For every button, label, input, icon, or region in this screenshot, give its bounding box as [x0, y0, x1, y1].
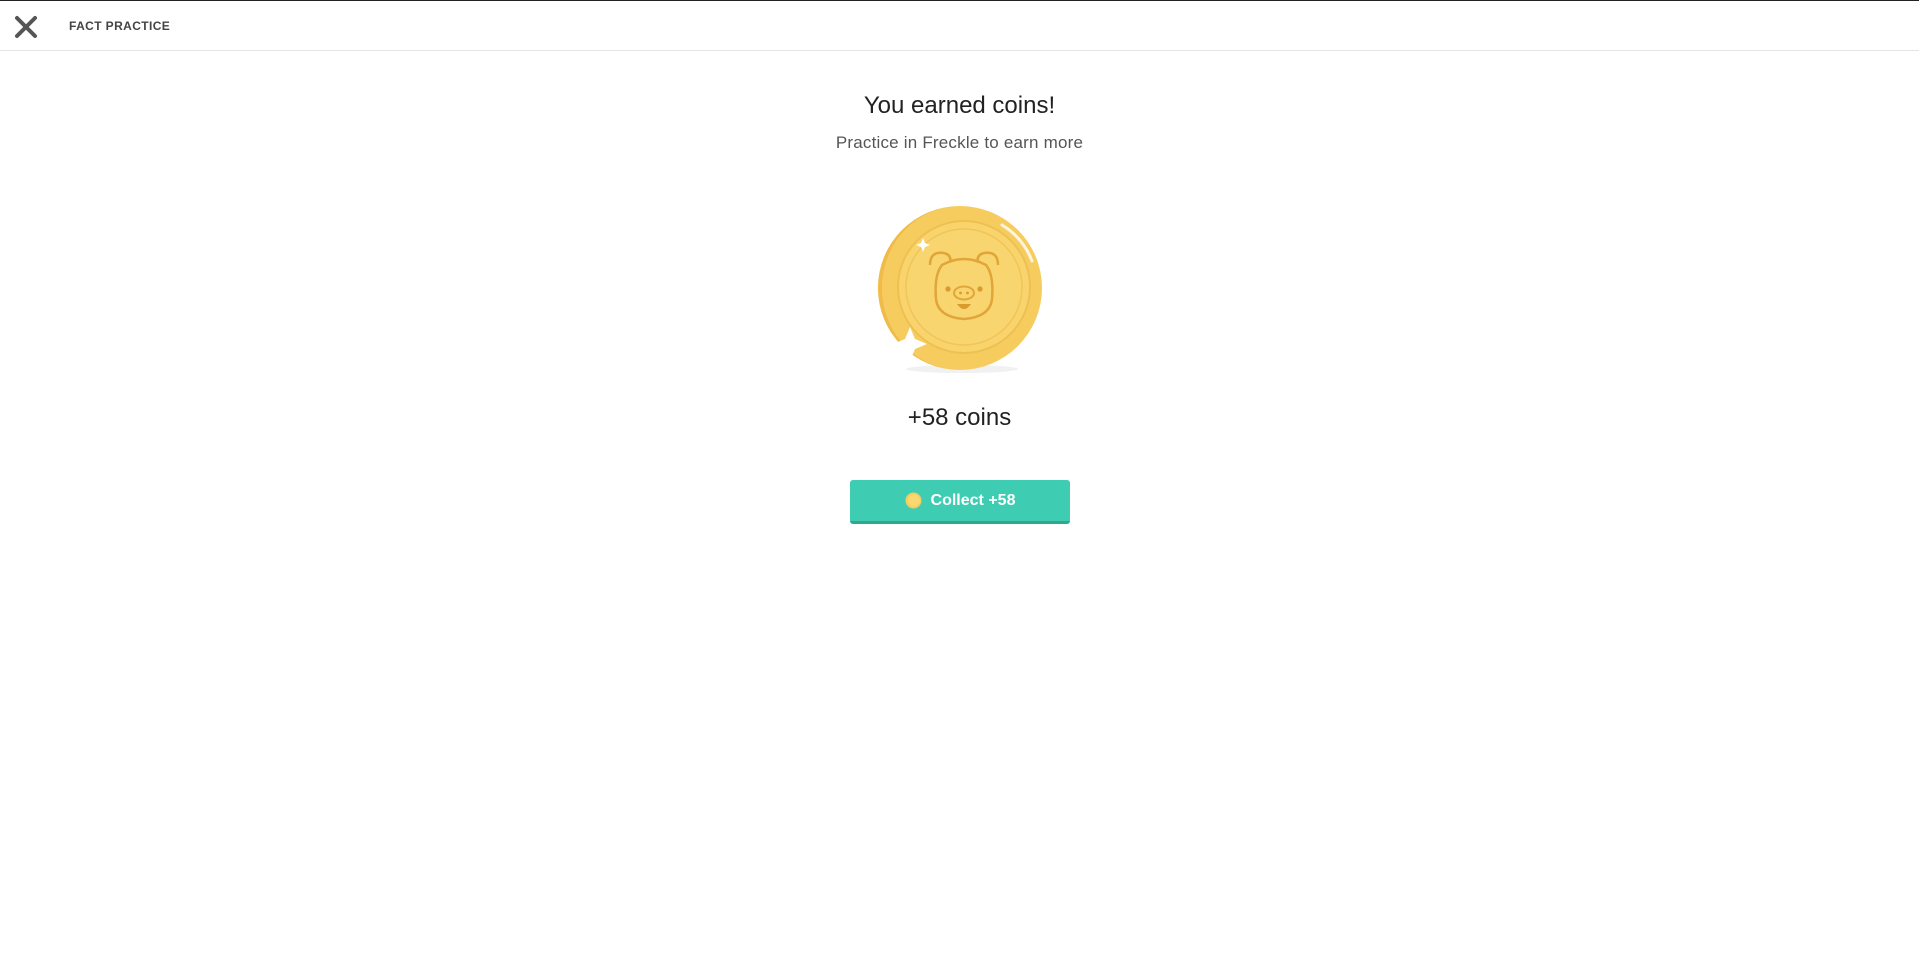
page-title: FACT PRACTICE: [69, 19, 171, 33]
collect-button-label: Collect +58: [930, 491, 1016, 509]
pig-coin-icon: [878, 206, 1042, 373]
reward-subheading: Practice in Freckle to earn more: [835, 133, 1084, 152]
coins-earned: +58 coins: [907, 404, 1012, 431]
reward-heading: You earned coins!: [863, 92, 1056, 119]
close-icon[interactable]: [13, 14, 39, 40]
top-bar: FACT PRACTICE: [0, 0, 1919, 51]
coin-icon: [905, 492, 922, 509]
close-button[interactable]: [13, 14, 39, 40]
collect-button[interactable]: Collect +58: [850, 480, 1070, 524]
